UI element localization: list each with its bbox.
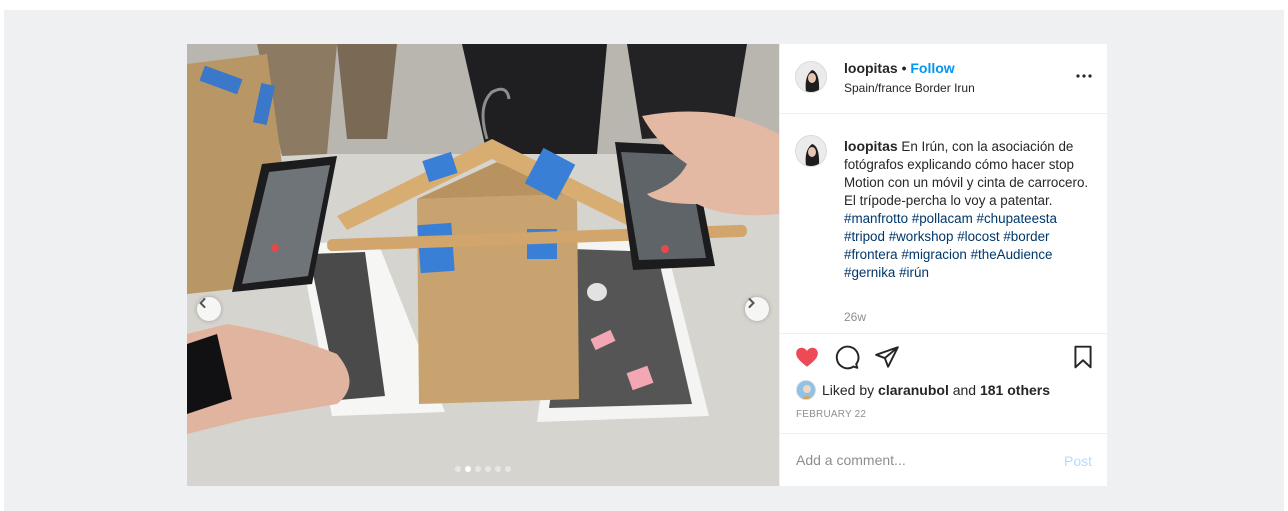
hashtag-link[interactable]: #locost [957, 229, 999, 244]
hashtag-link[interactable]: #migracion [901, 247, 967, 262]
save-button[interactable] [1070, 344, 1096, 370]
action-section: Liked by claranubol and 181 others FEBRU… [780, 333, 1108, 433]
chevron-left-icon [199, 298, 206, 308]
liked-by-user[interactable]: claranubol [878, 382, 949, 398]
post-date[interactable]: FEBRUARY 22 [796, 409, 866, 420]
caption-username[interactable]: loopitas [844, 138, 898, 154]
hashtag-link[interactable]: #pollacam [912, 211, 973, 226]
hashtag-link[interactable]: #gernika [844, 265, 895, 280]
likes-summary: Liked by claranubol and 181 others [796, 380, 1050, 400]
post-comment-button[interactable]: Post [1064, 453, 1092, 469]
author-avatar[interactable] [795, 61, 827, 93]
hashtag-link[interactable]: #border [1003, 229, 1049, 244]
caption-age: 26w [844, 310, 867, 324]
paper-plane-icon [875, 346, 899, 368]
location-link[interactable]: Spain/france Border Irun [844, 81, 975, 95]
caption-text: loopitas En Irún, con la asociación de f… [844, 137, 1092, 282]
more-dots-icon [1076, 74, 1092, 78]
comment-input[interactable] [796, 448, 1046, 472]
post-header: loopitas • Follow Spain/france Border Ir… [780, 44, 1108, 114]
likes-and: and [952, 382, 977, 398]
comment-form: Post [780, 433, 1108, 486]
bookmark-icon [1074, 345, 1092, 369]
carousel-dot [505, 466, 511, 472]
post-side-panel: loopitas • Follow Spain/france Border Ir… [779, 44, 1108, 486]
comment-bubble-icon [835, 345, 860, 370]
share-button[interactable] [874, 344, 900, 370]
likes-others-link[interactable]: 181 others [980, 382, 1050, 398]
post-photo[interactable] [187, 44, 779, 486]
liker-avatar[interactable] [796, 380, 816, 400]
carousel-dot [465, 466, 471, 472]
hashtag-list: #manfrotto #pollacam #chupateesta #tripo… [844, 211, 1057, 280]
author-line: loopitas • Follow [844, 60, 955, 76]
author-username[interactable]: loopitas [844, 60, 898, 76]
carousel-indicator [455, 466, 511, 472]
carousel-dot [475, 466, 481, 472]
caption-avatar[interactable] [795, 135, 827, 167]
hashtag-link[interactable]: #frontera [844, 247, 898, 262]
hashtag-link[interactable]: #irún [899, 265, 929, 280]
carousel-dot [485, 466, 491, 472]
author-portrait-icon [796, 136, 826, 166]
previous-slide-button[interactable] [197, 297, 221, 321]
carousel-dot [495, 466, 501, 472]
like-button[interactable] [794, 344, 820, 370]
photo-illustration [187, 44, 779, 486]
hashtag-link[interactable]: #tripod [844, 229, 885, 244]
hashtag-link[interactable]: #theAudience [971, 247, 1053, 262]
follow-button[interactable]: Follow [910, 60, 954, 76]
caption-section: loopitas En Irún, con la asociación de f… [780, 115, 1108, 333]
heart-filled-icon [796, 347, 818, 367]
chevron-right-icon [748, 298, 755, 308]
comment-button[interactable] [834, 344, 860, 370]
hashtag-link[interactable]: #workshop [889, 229, 954, 244]
separator-dot: • [901, 60, 907, 76]
carousel-dot [455, 466, 461, 472]
liker-portrait-icon [797, 381, 815, 399]
hashtag-link[interactable]: #chupateesta [977, 211, 1057, 226]
more-options-button[interactable] [1076, 66, 1092, 84]
likes-prefix: Liked by [822, 382, 875, 398]
author-portrait-icon [796, 62, 826, 92]
next-slide-button[interactable] [745, 297, 769, 321]
hashtag-link[interactable]: #manfrotto [844, 211, 908, 226]
